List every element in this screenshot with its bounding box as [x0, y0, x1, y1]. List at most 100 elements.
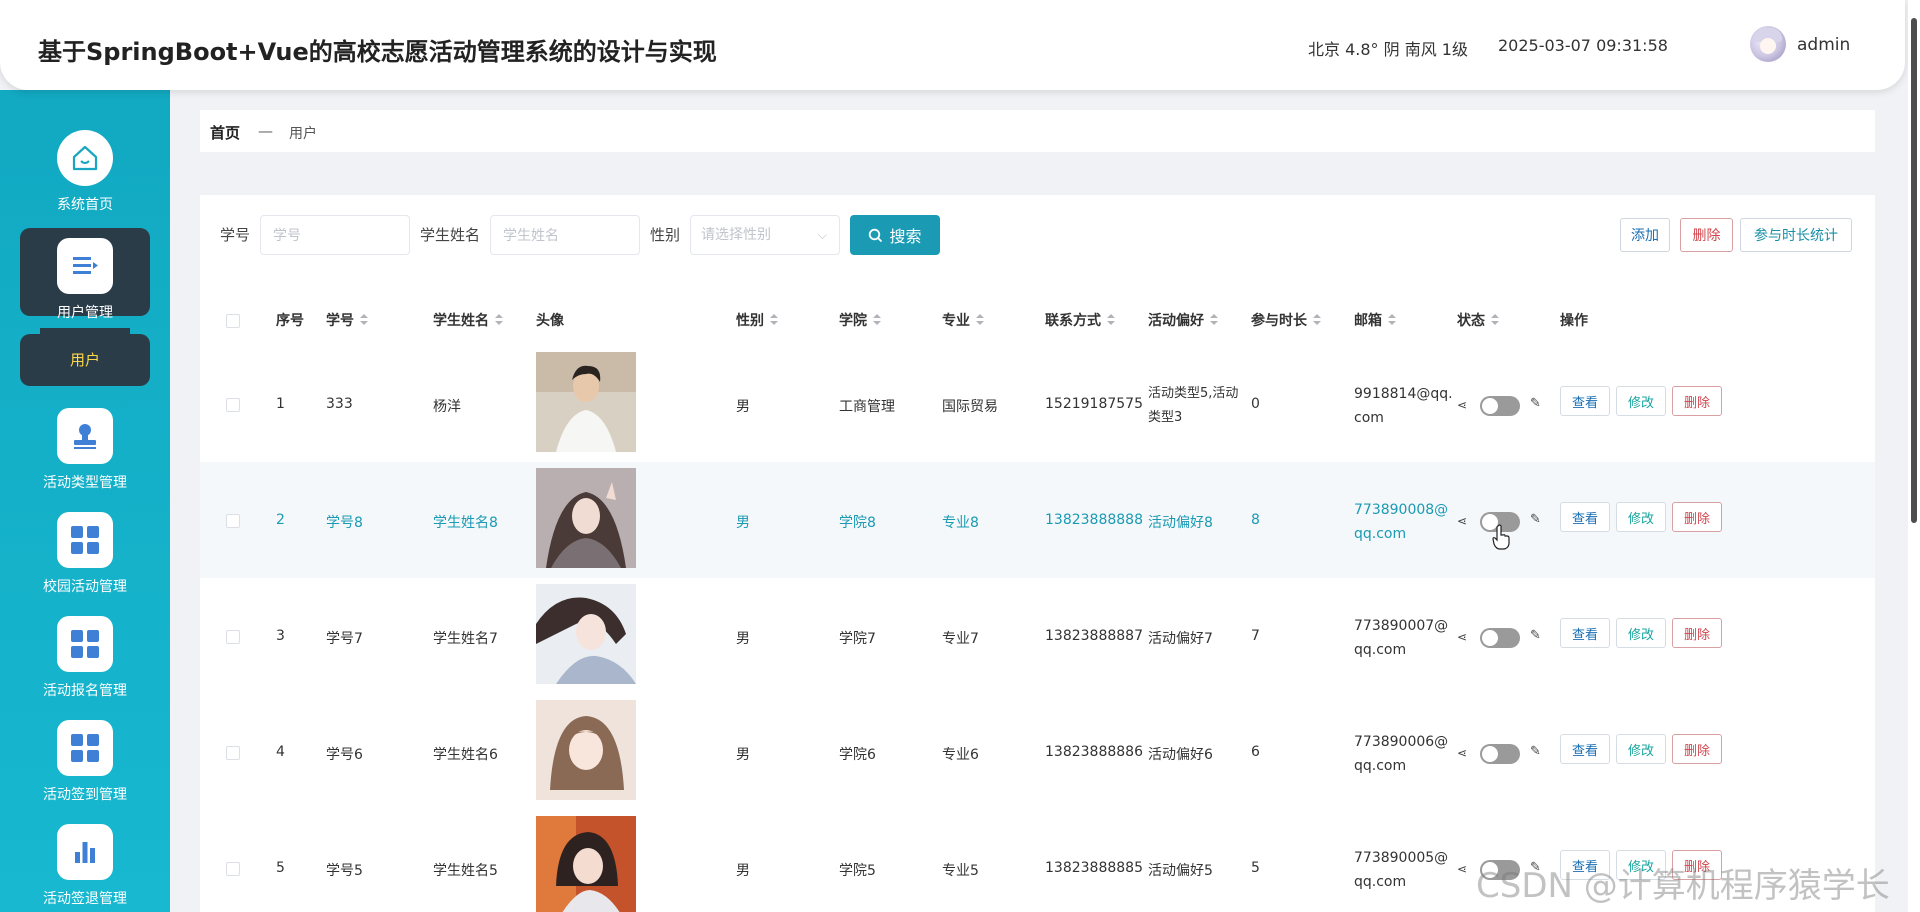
search-button-label: 搜索: [889, 227, 922, 246]
delete-button[interactable]: 删除: [1672, 618, 1722, 648]
share-icon[interactable]: ⋖: [1457, 398, 1469, 412]
row-checkbox[interactable]: [226, 862, 240, 876]
cell-hobby: 活动偏好5: [1148, 863, 1213, 879]
add-button[interactable]: 添加: [1620, 218, 1670, 252]
sidebar-item-activity-type[interactable]: 活动类型管理: [20, 408, 150, 492]
pen-icon[interactable]: ✎: [1530, 744, 1541, 759]
status-toggle[interactable]: [1480, 744, 1520, 764]
submenu-item-users[interactable]: 用户: [20, 328, 150, 386]
column-header-hobby[interactable]: 活动偏好: [1148, 310, 1218, 330]
pen-icon[interactable]: ✎: [1530, 628, 1541, 643]
sort-icon[interactable]: [770, 314, 778, 326]
sort-icon[interactable]: [495, 314, 503, 326]
weather-info: 北京 4.8° 阴 南风 1级: [1308, 40, 1468, 59]
edit-button[interactable]: 修改: [1616, 502, 1666, 532]
select-all-checkbox[interactable]: [226, 314, 240, 328]
column-header-email[interactable]: 邮箱: [1354, 310, 1396, 330]
column-header-college[interactable]: 学院: [839, 310, 881, 330]
status-toggle[interactable]: [1480, 396, 1520, 416]
sort-icon[interactable]: [1491, 314, 1499, 326]
avatar[interactable]: [1750, 26, 1786, 62]
pen-icon[interactable]: ✎: [1530, 512, 1541, 527]
sort-icon[interactable]: [360, 314, 368, 326]
table-row[interactable]: 3 学号7 学生姓名7 男 学院7 专业7 13823888887 活动偏好7 …: [200, 578, 1875, 694]
row-checkbox[interactable]: [226, 746, 240, 760]
username[interactable]: admin: [1797, 35, 1850, 55]
breadcrumb-home[interactable]: 首页: [210, 122, 240, 143]
delete-button[interactable]: 删除: [1672, 734, 1722, 764]
duration-stats-button[interactable]: 参与时长统计: [1740, 218, 1852, 252]
column-header-status[interactable]: 状态: [1457, 310, 1499, 330]
pen-icon[interactable]: ✎: [1530, 396, 1541, 411]
avatar-photo[interactable]: [536, 700, 636, 800]
view-button[interactable]: 查看: [1560, 502, 1610, 532]
column-header-duration[interactable]: 参与时长: [1251, 310, 1321, 330]
delete-button[interactable]: 删除: [1672, 502, 1722, 532]
sidebar-item-checkout[interactable]: 活动签退管理: [20, 824, 150, 908]
sidebar-item-label: 活动报名管理: [43, 683, 127, 699]
sort-icon[interactable]: [873, 314, 881, 326]
delete-button[interactable]: 删除: [1672, 386, 1722, 416]
sort-icon[interactable]: [976, 314, 984, 326]
cell-name: 学生姓名6: [433, 747, 498, 763]
share-icon[interactable]: ⋖: [1457, 630, 1469, 644]
view-button[interactable]: 查看: [1560, 618, 1610, 648]
cell-email: 9918814@qq.com: [1354, 386, 1453, 426]
sidebar-item-registration[interactable]: 活动报名管理: [20, 616, 150, 700]
table-row[interactable]: 2 学号8 学生姓名8 男 学院8 专业8 13823888888 活动偏好8 …: [200, 462, 1875, 578]
edit-button[interactable]: 修改: [1616, 618, 1666, 648]
share-icon[interactable]: ⋖: [1457, 746, 1469, 760]
sidebar-item-label: 系统首页: [57, 197, 113, 213]
sidebar-item-campus-activity[interactable]: 校园活动管理: [20, 512, 150, 596]
sidebar-item-label: 用户管理: [57, 305, 113, 321]
table-row[interactable]: 4 学号6 学生姓名6 男 学院6 专业6 13823888886 活动偏好6 …: [200, 694, 1875, 810]
gender-select-placeholder: 请选择性别: [701, 227, 771, 243]
scrollbar-thumb[interactable]: [1911, 18, 1917, 523]
column-header-gender[interactable]: 性别: [736, 310, 778, 330]
view-button[interactable]: 查看: [1560, 734, 1610, 764]
breadcrumb-separator: —: [258, 122, 273, 140]
search-button[interactable]: 搜索: [850, 215, 940, 255]
row-checkbox[interactable]: [226, 630, 240, 644]
avatar-photo[interactable]: [536, 352, 636, 452]
sort-icon[interactable]: [1313, 314, 1321, 326]
watermark: CSDN @计算机程序猿学长: [1476, 866, 1890, 906]
student-name-input[interactable]: [490, 215, 640, 255]
scrollbar[interactable]: [1908, 0, 1920, 912]
column-header-name[interactable]: 学生姓名: [433, 310, 503, 330]
cell-email: 773890005@qq.com: [1354, 850, 1449, 890]
sidebar-item-checkin[interactable]: 活动签到管理: [20, 720, 150, 804]
column-header-major[interactable]: 专业: [942, 310, 984, 330]
sort-icon[interactable]: [1388, 314, 1396, 326]
bulk-delete-button[interactable]: 删除: [1680, 218, 1733, 252]
row-checkbox[interactable]: [226, 398, 240, 412]
cell-hobby: 活动偏好6: [1148, 747, 1213, 763]
cell-major: 专业8: [942, 515, 979, 531]
column-header-student-no[interactable]: 学号: [326, 310, 368, 330]
student-no-input[interactable]: [260, 215, 410, 255]
gender-select[interactable]: 请选择性别 ⌵: [690, 215, 840, 255]
avatar-photo[interactable]: [536, 584, 636, 684]
cell-major: 专业5: [942, 863, 979, 879]
row-checkbox[interactable]: [226, 514, 240, 528]
cell-student-no: 333: [326, 396, 353, 412]
share-icon[interactable]: ⋖: [1457, 514, 1469, 528]
edit-button[interactable]: 修改: [1616, 734, 1666, 764]
edit-button[interactable]: 修改: [1616, 386, 1666, 416]
cell-college: 学院5: [839, 863, 876, 879]
sidebar-item-label: 活动类型管理: [43, 475, 127, 491]
cell-name: 学生姓名8: [433, 515, 498, 531]
status-toggle[interactable]: [1480, 628, 1520, 648]
sidebar-item-home[interactable]: 系统首页: [20, 130, 150, 214]
sidebar-item-users[interactable]: 用户管理: [20, 228, 150, 321]
cell-student-no: 学号7: [326, 631, 363, 647]
sort-icon[interactable]: [1107, 314, 1115, 326]
sort-icon[interactable]: [1210, 314, 1218, 326]
avatar-photo[interactable]: [536, 468, 636, 568]
avatar-photo[interactable]: [536, 816, 636, 912]
cell-name: 杨洋: [433, 399, 461, 415]
table-row[interactable]: 1 333 杨洋 男 工商管理 国际贸易 15219187575 活动类型5,活…: [200, 346, 1875, 462]
share-icon[interactable]: ⋖: [1457, 862, 1469, 876]
view-button[interactable]: 查看: [1560, 386, 1610, 416]
column-header-phone[interactable]: 联系方式: [1045, 310, 1115, 330]
